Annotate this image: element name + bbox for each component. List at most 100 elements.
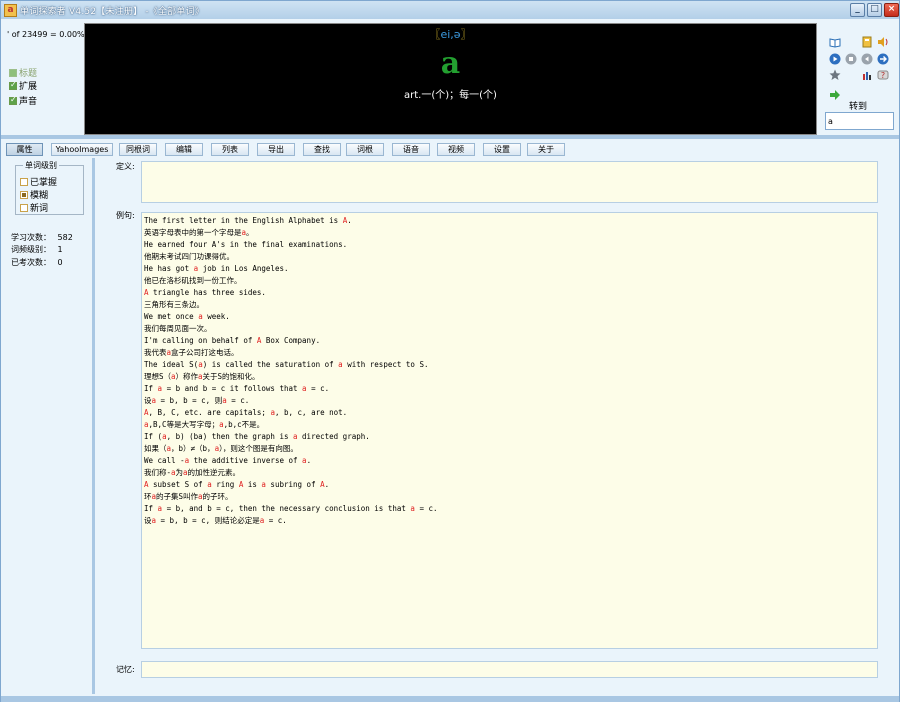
title-bar: a 单词探索者 V4.52【未注册】 -《全部单词》 _ □ ×: [1, 1, 899, 19]
example-line: 三角形有三条边。: [144, 300, 204, 309]
close-button[interactable]: ×: [884, 3, 899, 17]
tab-video[interactable]: 视频: [437, 143, 475, 156]
level-fuzzy[interactable]: 模糊: [20, 188, 48, 201]
stat-test-count-value: 0: [57, 258, 63, 267]
main-window: a 单词探索者 V4.52【未注册】 -《全部单词》 _ □ × ' of 23…: [0, 0, 900, 702]
app-icon: a: [4, 3, 17, 17]
example-line: 我代表a盒子公司打这电话。: [144, 348, 239, 357]
level-fuzzy-box[interactable]: [20, 190, 28, 199]
tab-root[interactable]: 词根: [346, 143, 384, 156]
memory-label: 记忆:: [116, 665, 135, 674]
examples-label: 例句:: [116, 211, 135, 220]
level-new-box[interactable]: [20, 203, 28, 212]
stat-study-count-value: 582: [57, 233, 73, 242]
definition-field[interactable]: [141, 161, 878, 203]
open-book-icon[interactable]: [829, 36, 841, 48]
play-icon[interactable]: [829, 53, 841, 65]
notebook-icon[interactable]: [861, 36, 873, 48]
goto-input[interactable]: [825, 112, 894, 130]
option-extend[interactable]: 扩展: [9, 79, 37, 92]
goto-label: 转到: [849, 102, 868, 112]
level-mastered-label: 已掌握: [30, 178, 58, 188]
window-title: 单词探索者 V4.52【未注册】 -《全部单词》: [20, 6, 204, 17]
stat-test-count-label: 已考次数：: [11, 258, 51, 267]
level-mastered[interactable]: 已掌握: [20, 175, 57, 188]
sound-checkbox[interactable]: [9, 95, 17, 105]
example-line: If a = b, and b = c, then the necessary …: [144, 504, 438, 513]
phonetic-close-bracket: 〗: [460, 28, 472, 41]
meaning: art.一(个)；每一(个): [404, 90, 497, 101]
level-new[interactable]: 新词: [20, 201, 48, 214]
replay-icon[interactable]: [861, 53, 873, 65]
example-line: 他已在洛杉矶找到一份工作。: [144, 276, 242, 285]
tab-list[interactable]: 列表: [211, 143, 249, 156]
example-line: If (a, b) (ba) then the graph is a direc…: [144, 432, 370, 441]
extend-checkbox[interactable]: [9, 80, 17, 90]
level-fuzzy-label: 模糊: [30, 191, 49, 201]
example-line: 设a = b, b = c, 则结论必定是a = c.: [144, 516, 287, 525]
status-bar: [1, 696, 899, 702]
phonetic: 〖ei,ə〗: [85, 26, 816, 42]
example-line: 理想S（a）称作a关于S的饱和化。: [144, 372, 260, 381]
svg-text:?: ?: [881, 71, 885, 80]
tab-search[interactable]: 查找: [303, 143, 341, 156]
next-icon[interactable]: [877, 53, 889, 65]
level-mastered-box[interactable]: [20, 177, 28, 186]
stat-study-count-label: 学习次数：: [11, 233, 51, 242]
tab-yahoo-images[interactable]: YahooImages: [51, 143, 113, 156]
memory-field[interactable]: [141, 661, 878, 678]
example-line: 我们每周见面一次。: [144, 324, 212, 333]
phonetic-open-bracket: 〖: [429, 28, 441, 41]
stat-test-count: 已考次数： 0: [11, 257, 63, 268]
example-line: 设a = b, b = c, 则a = c.: [144, 396, 250, 405]
example-line: I'm calling on behalf of A Box Company.: [144, 336, 321, 345]
stat-frequency-level: 词频级别： 1: [11, 244, 63, 255]
example-line: 英语字母表中的第一个字母是a。: [144, 228, 254, 237]
top-area: ' of 23499 = 0.00% 标题 扩展 声音 〖ei,ə〗 a art…: [1, 19, 899, 139]
example-line: We met once a week.: [144, 312, 230, 321]
stat-study-count: 学习次数： 582: [11, 232, 73, 243]
star-icon[interactable]: [829, 69, 841, 81]
stop-icon[interactable]: [845, 53, 857, 65]
arrow-right-icon[interactable]: [829, 89, 841, 101]
tab-audio[interactable]: 语音: [392, 143, 430, 156]
phonetic-text: ei,ə: [440, 28, 461, 41]
example-line: 他期末考试四门功课得优。: [144, 252, 234, 261]
speaker-icon[interactable]: [877, 36, 889, 48]
word-level-title: 单词级别: [23, 160, 59, 171]
example-line: He earned four A's in the final examinat…: [144, 240, 348, 249]
example-line: A, B, C, etc. are capitals; a, b, c, are…: [144, 408, 348, 417]
option-title[interactable]: 标题: [9, 66, 37, 79]
maximize-button[interactable]: □: [867, 3, 882, 17]
tab-export[interactable]: 导出: [257, 143, 295, 156]
stat-frequency-level-label: 词频级别：: [11, 245, 51, 254]
headword: a: [440, 46, 461, 81]
word-display: 〖ei,ə〗 a art.一(个)；每一(个): [84, 23, 817, 135]
bar-chart-icon[interactable]: [861, 69, 873, 81]
option-sound[interactable]: 声音: [9, 94, 37, 107]
examples-field[interactable]: The first letter in the English Alphabet…: [141, 212, 878, 649]
option-title-label: 标题: [19, 69, 38, 79]
definition-label: 定义:: [116, 162, 135, 171]
tab-settings[interactable]: 设置: [483, 143, 521, 156]
example-line: 环a的子集S叫作a的子环。: [144, 492, 233, 501]
title-checkbox[interactable]: [9, 68, 17, 77]
example-line: 我们称-a为a的加性逆元素。: [144, 468, 241, 477]
tab-about[interactable]: 关于: [527, 143, 565, 156]
example-line: A triangle has three sides.: [144, 288, 266, 297]
minimize-button[interactable]: _: [850, 3, 865, 17]
example-line: 如果（a，b）≠（b，a），则这个图是有向图。: [144, 444, 298, 453]
example-line: The ideal S(a) is called the saturation …: [144, 360, 429, 369]
left-panel: 单词级别 已掌握 模糊 新词 学习次数： 582 词频级别： 1 已考次数： 0: [1, 158, 95, 694]
tab-properties[interactable]: 属性: [6, 143, 43, 156]
example-line: A subset S of a ring A is a subring of A…: [144, 480, 330, 489]
tab-edit[interactable]: 编辑: [165, 143, 203, 156]
example-line: a,B,C等是大写字母；a,b,c不是。: [144, 420, 265, 429]
option-sound-label: 声音: [19, 97, 38, 107]
progress-text: ' of 23499 = 0.00%: [7, 30, 85, 39]
tab-same-root[interactable]: 同根词: [119, 143, 157, 156]
help-icon[interactable]: ?: [877, 69, 889, 81]
option-extend-label: 扩展: [19, 82, 38, 92]
example-line: The first letter in the English Alphabet…: [144, 216, 352, 225]
level-new-label: 新词: [30, 204, 49, 214]
